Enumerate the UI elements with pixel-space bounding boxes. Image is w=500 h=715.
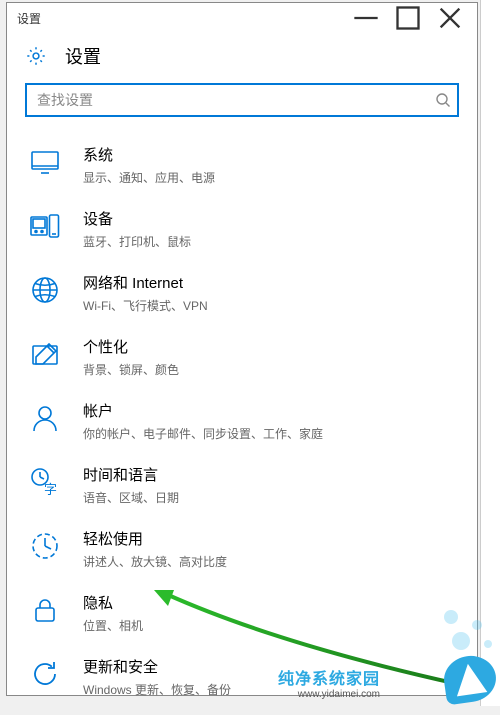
svg-text:字: 字 (44, 482, 57, 497)
search-icon (435, 92, 451, 108)
settings-item-subtitle: 讲述人、放大镜、高对比度 (83, 553, 459, 570)
ease-access-icon (29, 530, 61, 562)
watermark-cn: 纯净系统家园 (278, 665, 380, 689)
gear-icon (25, 45, 47, 67)
settings-item-4[interactable]: 帐户你的帐户、电子邮件、同步设置、工作、家庭 (7, 389, 477, 453)
settings-item-title: 隐私 (83, 592, 459, 613)
minimize-button[interactable] (345, 4, 387, 32)
page-header: 设置 (7, 33, 477, 83)
settings-item-subtitle: 你的帐户、电子邮件、同步设置、工作、家庭 (83, 425, 459, 442)
watermark-logo-icon (441, 653, 499, 706)
close-button[interactable] (429, 4, 471, 32)
settings-item-title: 时间和语言 (83, 464, 459, 485)
settings-item-title: 个性化 (83, 336, 459, 357)
settings-item-text: 轻松使用讲述人、放大镜、高对比度 (83, 528, 459, 570)
settings-item-title: 帐户 (83, 400, 459, 421)
titlebar: 设置 (7, 3, 477, 33)
settings-item-title: 设备 (83, 208, 459, 229)
settings-item-text: 帐户你的帐户、电子邮件、同步设置、工作、家庭 (83, 400, 459, 442)
watermark-text: 纯净系统家园 www.yidaimei.com (278, 665, 380, 700)
watermark-url: www.yidaimei.com (298, 689, 380, 700)
settings-item-7[interactable]: 隐私位置、相机 (7, 581, 477, 645)
update-icon (29, 658, 61, 690)
window-title: 设置 (17, 10, 345, 27)
settings-item-5[interactable]: 字 时间和语言语音、区域、日期 (7, 453, 477, 517)
side-strip (480, 0, 500, 706)
search-input[interactable] (25, 83, 459, 117)
settings-item-6[interactable]: 轻松使用讲述人、放大镜、高对比度 (7, 517, 477, 581)
settings-item-8[interactable]: 更新和安全 Windows 更新、恢复、备份 (7, 645, 477, 709)
settings-item-3[interactable]: 个性化背景、锁屏、颜色 (7, 325, 477, 389)
settings-item-subtitle: Wi-Fi、飞行模式、VPN (83, 297, 459, 314)
globe-icon (29, 274, 61, 306)
settings-item-text: 更新和安全 Windows 更新、恢复、备份 (83, 656, 459, 698)
page-title: 设置 (65, 43, 101, 69)
settings-item-text: 设备蓝牙、打印机、鼠标 (83, 208, 459, 250)
settings-item-title: 系统 (83, 144, 459, 165)
settings-item-text: 时间和语言语音、区域、日期 (83, 464, 459, 506)
settings-item-subtitle: Windows 更新、恢复、备份 (83, 681, 459, 698)
settings-item-subtitle: 位置、相机 (83, 617, 459, 634)
settings-window: 设置 设置 系统 (6, 2, 478, 696)
maximize-button[interactable] (387, 4, 429, 32)
settings-item-subtitle: 背景、锁屏、颜色 (83, 361, 459, 378)
monitor-icon (29, 146, 61, 178)
settings-item-text: 网络和 Internet Wi-Fi、飞行模式、VPN (83, 272, 459, 314)
privacy-icon (29, 594, 61, 626)
settings-item-title: 轻松使用 (83, 528, 459, 549)
settings-item-2[interactable]: 网络和 Internet Wi-Fi、飞行模式、VPN (7, 261, 477, 325)
settings-item-subtitle: 蓝牙、打印机、鼠标 (83, 233, 459, 250)
settings-item-subtitle: 语音、区域、日期 (83, 489, 459, 506)
settings-list: 系统显示、通知、应用、电源设备蓝牙、打印机、鼠标网络和 Internet Wi-F… (7, 127, 477, 715)
settings-item-0[interactable]: 系统显示、通知、应用、电源 (7, 133, 477, 197)
devices-icon (29, 210, 61, 242)
time-lang-icon: 字 (29, 466, 61, 498)
personalize-icon (29, 338, 61, 370)
settings-item-title: 网络和 Internet (83, 272, 459, 293)
account-icon (29, 402, 61, 434)
settings-item-text: 个性化背景、锁屏、颜色 (83, 336, 459, 378)
settings-item-1[interactable]: 设备蓝牙、打印机、鼠标 (7, 197, 477, 261)
settings-item-title: 更新和安全 (83, 656, 459, 677)
settings-item-text: 隐私位置、相机 (83, 592, 459, 634)
settings-item-subtitle: 显示、通知、应用、电源 (83, 169, 459, 186)
window-controls (345, 4, 471, 32)
search-container (25, 83, 459, 117)
settings-item-text: 系统显示、通知、应用、电源 (83, 144, 459, 186)
